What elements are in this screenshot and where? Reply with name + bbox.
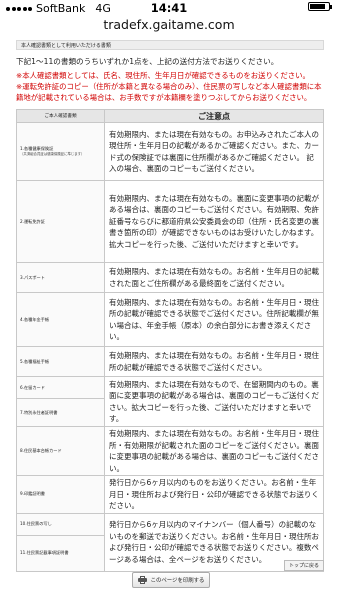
doc-note: 有効期限内、または現在有効なもの。お名前・生年月日・現住所の記載が確認できる状態… xyxy=(104,292,324,347)
doc-label: 3.パスポート xyxy=(20,274,45,280)
notes: ※本人確認書類としては、氏名、現住所、生年月日が確認できるものをお送りください。… xyxy=(16,70,324,103)
table-row: 2.運転免許証 有効期限内、または現在有効なもの。裏面に変更事項の記載がある場合… xyxy=(16,180,324,263)
doc-label: 2.運転免許証 xyxy=(20,218,45,224)
url-text: tradefx.gaitame.com xyxy=(103,17,235,32)
address-bar[interactable]: tradefx.gaitame.com xyxy=(0,16,338,36)
note-2: ※運転免許証のコピー（住所が本籍と異なる場合のみ）、住民票の写しなど本人確認書類… xyxy=(16,82,322,102)
doc-label: 5.各種福祉手帳 xyxy=(20,358,50,364)
doc-note: 有効期限内、または現在有効なもので、在留期間内のもの。裏面に変更事項の記載がある… xyxy=(104,376,324,427)
doc-name: 1.各種健康保険証 （共済組合員証は健康保険証に準じます） xyxy=(16,122,105,181)
doc-label: 10.住民票の写し xyxy=(20,521,52,526)
doc-label: 4.各種年金手帳 xyxy=(20,316,50,322)
table-row: 6.在留カード 有効期限内、または現在有効なもので、在留期間内のもの。裏面に変更… xyxy=(16,376,324,427)
doc-name: 8.住民基本台帳カード xyxy=(16,426,105,476)
col-doc-header: ご本人確認書類 xyxy=(16,109,105,123)
print-button-label: このページを印刷する xyxy=(150,578,205,584)
doc-note: 有効期限内、または現在有効なもの。お名前・生年月日の記載された面とご住所欄がある… xyxy=(104,262,324,293)
doc-sub-label: （共済組合員証は健康保険証に準じます） xyxy=(20,152,85,156)
table-row: 1.各種健康保険証 （共済組合員証は健康保険証に準じます） 有効期限内、または現… xyxy=(16,122,324,181)
page-content: 本人確認書類として利用いただける書類 下記1〜11の書類のうちいずれか1点を、上… xyxy=(16,40,324,572)
print-page-button[interactable]: このページを印刷する xyxy=(132,572,210,588)
doc-note: 発行日から6ヶ月以内のものをお送りください。お名前・生年月日・現住所および発行日… xyxy=(104,475,324,514)
doc-name: 11.住民票記載事項証明書 xyxy=(16,534,105,572)
table-row: 8.住民基本台帳カード 有効期限内、または現在有効なもの。お名前・生年月日・現住… xyxy=(16,426,324,476)
doc-name: 3.パスポート xyxy=(16,262,105,293)
doc-label: 8.住民基本台帳カード xyxy=(20,448,62,453)
table-row: 5.各種福祉手帳 有効期限内、または現在有効なもの。お名前・生年月日・現住所の記… xyxy=(16,346,324,377)
doc-name: 9.印鑑証明書 xyxy=(16,475,105,514)
table-row: 9.印鑑証明書 発行日から6ヶ月以内のものをお送りください。お名前・生年月日・現… xyxy=(16,475,324,514)
doc-note: 有効期限内、または現在有効なもの。お申込みされたご本人の現住所・生年月日の記載が… xyxy=(104,122,324,181)
doc-name: 6.在留カード xyxy=(16,376,105,399)
doc-name: 7.特別永住者証明書 xyxy=(16,398,105,427)
clock: 14:41 xyxy=(150,1,188,15)
doc-note: 有効期限内、または現在有効なもの。お名前・生年月日・現住所・有効期限が記載された… xyxy=(104,426,324,476)
status-bar: SoftBank 4G 14:41 xyxy=(0,0,338,16)
table-row: 4.各種年金手帳 有効期限内、または現在有効なもの。お名前・生年月日・現住所の記… xyxy=(16,292,324,347)
table-row: 10.住民票の写し 発行日から6ヶ月以内のマイナンバー（個人番号）の記載のないも… xyxy=(16,512,324,572)
col-note-header: ご注意点 xyxy=(104,109,324,123)
page-top-link[interactable]: トップに戻る xyxy=(283,560,324,571)
doc-name: 2.運転免許証 xyxy=(16,180,105,263)
doc-name: 4.各種年金手帳 xyxy=(16,292,105,347)
doc-label: 6.在留カード xyxy=(20,384,45,390)
section-label: 本人確認書類として利用いただける書類 xyxy=(16,40,324,50)
doc-label: 7.特別永住者証明書 xyxy=(20,409,58,415)
table-row: 3.パスポート 有効期限内、または現在有効なもの。お名前・生年月日の記載された面… xyxy=(16,262,324,293)
doc-name: 5.各種福祉手帳 xyxy=(16,346,105,377)
doc-label: 11.住民票記載事項証明書 xyxy=(20,550,69,555)
printer-icon xyxy=(137,576,147,584)
battery-icon xyxy=(308,2,332,11)
document-table: ご本人確認書類 ご注意点 1.各種健康保険証 （共済組合員証は健康保険証に準じま… xyxy=(16,109,324,572)
doc-note: 有効期限内、または現在有効なもの。お名前・生年月日・現住所の記載が確認できる状態… xyxy=(104,346,324,377)
note-1: ※本人確認書類としては、氏名、現住所、生年月日が確認できるものをお送りください。 xyxy=(16,71,310,80)
doc-note: 有効期限内、または現在有効なもの。裏面に変更事項の記載がある場合は、裏面のコピー… xyxy=(104,180,324,263)
doc-label: 9.印鑑証明書 xyxy=(20,491,45,497)
doc-name: 10.住民票の写し xyxy=(16,512,105,536)
doc-label: 1.各種健康保険証 xyxy=(20,146,54,151)
intro-text: 下記1〜11の書類のうちいずれか1点を、上記の送付方法でお送りください。 xyxy=(16,57,279,66)
